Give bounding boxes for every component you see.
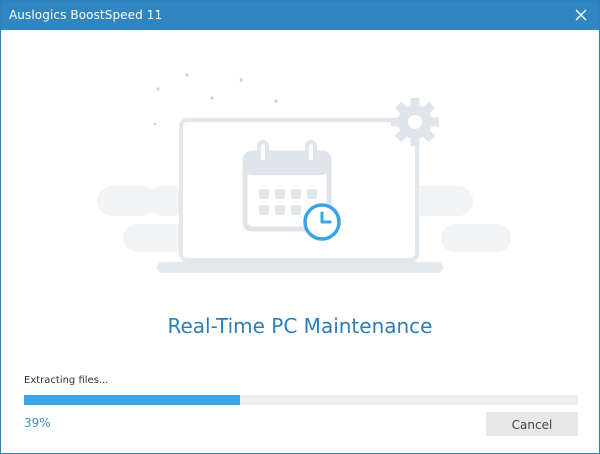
title-bar[interactable]: Auslogics BoostSpeed 11 <box>1 1 599 30</box>
installer-window: Auslogics BoostSpeed 11 Real-Time PC Mai… <box>0 0 600 454</box>
window-title: Auslogics BoostSpeed 11 <box>9 8 163 22</box>
clock-icon <box>303 203 341 241</box>
cancel-button[interactable]: Cancel <box>486 412 578 436</box>
close-button[interactable] <box>571 5 591 25</box>
progress-status-text: Extracting files... <box>24 375 109 386</box>
gear-icon <box>391 98 439 146</box>
feature-title: Real-Time PC Maintenance <box>167 314 433 338</box>
progress-bar-fill <box>24 395 241 405</box>
progress-percent: 39% <box>24 416 51 430</box>
progress-bar <box>24 395 578 405</box>
close-icon <box>575 9 587 21</box>
maintenance-illustration <box>97 73 511 273</box>
